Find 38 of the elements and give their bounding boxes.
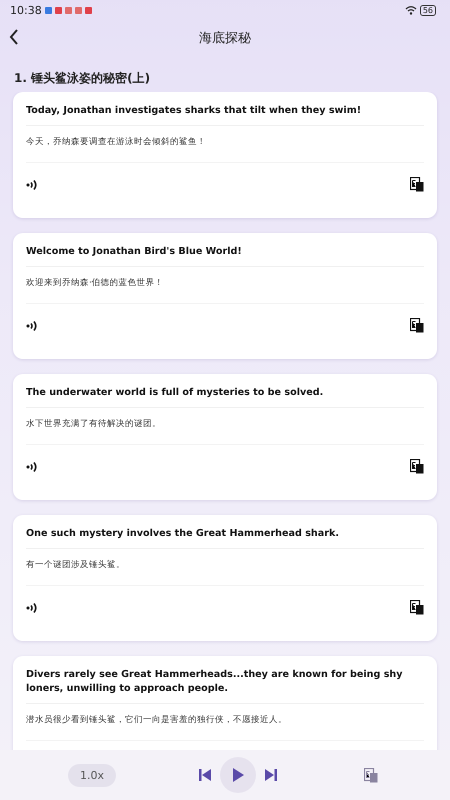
chinese-translation: 潜水员很少看到锤头鲨，它们一向是害羞的独行侠，不愿接近人。 xyxy=(26,704,424,741)
play-button[interactable] xyxy=(220,757,256,793)
translate-button[interactable] xyxy=(410,600,424,615)
chinese-translation: 欢迎来到乔纳森·伯德的蓝色世界！ xyxy=(26,267,424,304)
translate-button[interactable] xyxy=(410,177,424,192)
audio-icon xyxy=(26,600,38,614)
page-title: 海底探秘 xyxy=(199,30,251,47)
chinese-translation: 今天，乔纳森要调查在游泳时会倾斜的鲨鱼！ xyxy=(26,126,424,163)
english-sentence: One such mystery involves the Great Hammerhead shark. xyxy=(26,527,424,549)
play-icon xyxy=(231,767,245,783)
translate-button[interactable] xyxy=(410,459,424,474)
audio-icon xyxy=(26,460,38,474)
translate-icon xyxy=(410,318,424,333)
translate-icon xyxy=(410,177,424,192)
speed-button[interactable]: 1.0x xyxy=(68,764,116,786)
translate-button[interactable] xyxy=(410,318,424,333)
play-audio-button[interactable] xyxy=(26,600,38,614)
audio-icon xyxy=(26,318,38,332)
play-audio-button[interactable] xyxy=(26,178,38,192)
back-icon xyxy=(8,28,20,46)
wifi-icon xyxy=(404,5,417,15)
translate-icon xyxy=(364,768,378,782)
play-audio-button[interactable] xyxy=(26,318,38,332)
english-sentence: Today, Jonathan investigates sharks that tilt when they swim! xyxy=(26,104,424,126)
skip-back-icon xyxy=(198,768,212,782)
english-sentence: The underwater world is full of mysteries to be solved. xyxy=(26,386,424,408)
status-time: 10:38 xyxy=(10,4,42,16)
skip-forward-icon xyxy=(264,768,278,782)
chinese-translation: 水下世界充满了有待解决的谜团。 xyxy=(26,408,424,445)
translate-icon xyxy=(410,600,424,615)
translate-icon xyxy=(410,459,424,474)
audio-icon xyxy=(26,178,38,192)
chinese-translation: 有一个谜团涉及锤头鲨。 xyxy=(26,549,424,586)
play-audio-button[interactable] xyxy=(26,460,38,474)
english-sentence: Divers rarely see Great Hammerheads...they are known for being shy loners, unwilling to approach people. xyxy=(26,668,424,704)
battery-level: 56 xyxy=(420,4,436,16)
english-sentence: Welcome to Jonathan Bird's Blue World! xyxy=(26,245,424,267)
lesson-title: 1. 锤头鲨泳姿的秘密(上) xyxy=(13,70,152,87)
